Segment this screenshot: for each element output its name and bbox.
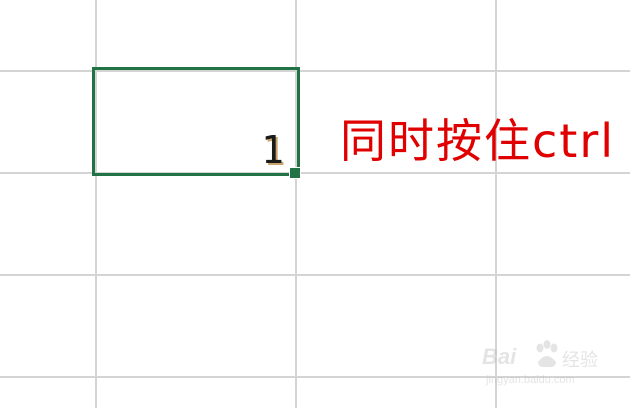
cell-value: 1 bbox=[261, 128, 284, 172]
baidu-paw-icon bbox=[536, 340, 558, 368]
column-gridline bbox=[95, 0, 97, 408]
baidu-jingyan-watermark: Bai 经验 jingyan.baidu.com bbox=[482, 340, 602, 396]
watermark-jingyan-text: 经验 bbox=[562, 350, 598, 371]
watermark-url: jingyan.baidu.com bbox=[486, 374, 575, 386]
spreadsheet-grid[interactable]: 1 同时按住ctrl Bai 经验 jingyan.baidu.com bbox=[0, 0, 630, 408]
row-gridline bbox=[0, 172, 630, 174]
row-gridline bbox=[0, 274, 630, 276]
row-gridline bbox=[0, 70, 630, 72]
watermark-logo-text: Bai bbox=[482, 344, 517, 369]
column-gridline bbox=[295, 0, 297, 408]
selected-cell[interactable]: 1 bbox=[96, 71, 296, 173]
fill-handle[interactable] bbox=[289, 167, 301, 179]
instruction-annotation: 同时按住ctrl bbox=[340, 114, 616, 168]
